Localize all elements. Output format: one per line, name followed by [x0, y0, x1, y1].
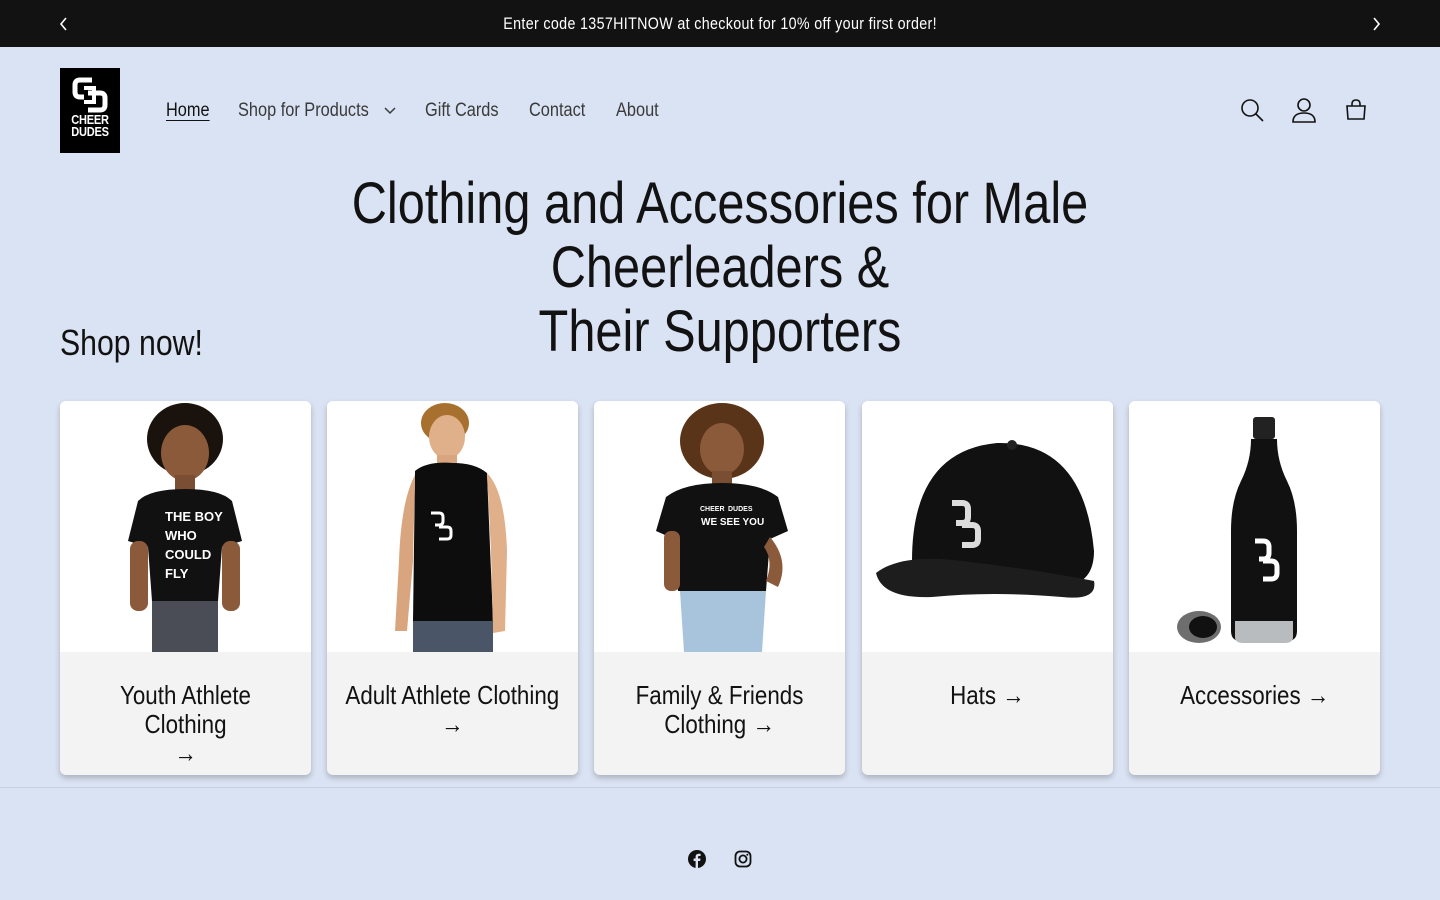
- shirt-text: WE SEE YOU: [701, 517, 764, 528]
- hat-image: [876, 440, 1095, 598]
- collection-title: Youth Athlete Clothing →: [60, 681, 311, 768]
- logo-mark-icon: [72, 77, 108, 113]
- arrow-right-icon: →: [441, 709, 464, 739]
- facebook-link[interactable]: [684, 846, 710, 872]
- nav-label: Home: [166, 100, 210, 121]
- section-heading: Shop now!: [60, 322, 230, 364]
- logo-text-dudes: DUDES: [71, 124, 109, 139]
- search-icon: [1241, 99, 1264, 122]
- hero-title-line2: Their Supporters: [538, 299, 902, 364]
- shirt-text: THE BOY: [165, 509, 223, 524]
- collection-title: Accessories →: [1129, 681, 1380, 710]
- nav-label: Gift Cards: [424, 100, 499, 121]
- chevron-down-icon: [384, 107, 396, 115]
- account-button[interactable]: [1282, 90, 1326, 130]
- nav-item-gift-cards[interactable]: Gift Cards: [425, 100, 511, 122]
- family-friends-image: CHEER DUDES WE SEE YOU: [656, 403, 788, 652]
- collection-image: CHEER DUDES WE SEE YOU: [594, 401, 845, 652]
- collection-image: [1129, 401, 1380, 652]
- header-actions: [1230, 90, 1386, 130]
- collection-image: [862, 401, 1113, 652]
- search-button[interactable]: [1230, 90, 1274, 130]
- collection-card-adult[interactable]: Adult Athlete Clothing →: [327, 401, 578, 775]
- shirt-text: COULD: [165, 547, 211, 562]
- social-links: [684, 846, 776, 872]
- collection-image: [327, 401, 578, 652]
- collection-title-line: Accessories →: [1179, 680, 1330, 710]
- collection-title-line: Family & Friends: [635, 680, 804, 710]
- announcement-prev-button[interactable]: [40, 0, 87, 47]
- instagram-icon: [734, 850, 752, 868]
- shop-now-text: Shop now!: [60, 322, 203, 363]
- collection-title: Adult Athlete Clothing →: [327, 681, 578, 739]
- collection-card-accessories[interactable]: Accessories →: [1129, 401, 1380, 775]
- youth-athlete-image: THE BOY WHO COULD FLY: [128, 403, 242, 652]
- announcement-bar: Enter code 1357HITNOW at checkout for 10…: [0, 0, 1440, 47]
- collection-card-family-friends[interactable]: CHEER DUDES WE SEE YOU Family & Friends …: [594, 401, 845, 775]
- collection-card-hats[interactable]: Hats →: [862, 401, 1113, 775]
- collection-title: Family & Friends Clothing →: [594, 681, 845, 739]
- instagram-link[interactable]: [730, 846, 756, 872]
- announcement-next-button[interactable]: [1352, 0, 1399, 47]
- site-logo[interactable]: CHEER DUDES: [60, 68, 120, 153]
- nav-item-home[interactable]: Home: [166, 100, 217, 122]
- collection-title-line: Hats →: [950, 680, 1025, 710]
- nav-item-shop-for-products[interactable]: Shop for Products: [238, 100, 396, 122]
- arrow-right-icon: →: [174, 738, 197, 768]
- main-nav: Home Shop for Products Gift Cards Contac…: [152, 86, 694, 136]
- shirt-text: FLY: [165, 566, 189, 581]
- hero-title-line1: Clothing and Accessories for Male Cheerl…: [351, 171, 1089, 300]
- shirt-text: WHO: [165, 528, 197, 543]
- collection-title: Hats →: [862, 681, 1113, 710]
- cart-button[interactable]: [1334, 90, 1378, 130]
- chevron-left-icon: [59, 16, 67, 31]
- collection-title-line: Youth Athlete Clothing: [120, 680, 251, 739]
- chevron-right-icon: [1372, 16, 1380, 31]
- adult-athlete-image: [395, 403, 507, 652]
- cart-icon: [1346, 99, 1366, 120]
- nav-item-contact[interactable]: Contact: [529, 100, 594, 122]
- shirt-text: CHEER: [700, 506, 725, 513]
- account-icon: [1292, 98, 1316, 123]
- footer-divider: [0, 787, 1440, 788]
- collection-card-youth[interactable]: THE BOY WHO COULD FLY Youth Athlete Clot…: [60, 401, 311, 775]
- collection-title-line: Adult Athlete Clothing: [345, 680, 560, 710]
- hero-title: Clothing and Accessories for Male Cheerl…: [120, 172, 1320, 364]
- collection-image: THE BOY WHO COULD FLY: [60, 401, 311, 652]
- nav-label: About: [615, 100, 659, 121]
- facebook-icon: [688, 850, 706, 868]
- nav-item-about[interactable]: About: [616, 100, 666, 122]
- shirt-text: DUDES: [728, 506, 753, 513]
- nav-label: Contact: [529, 100, 586, 121]
- water-bottle-image: [1177, 417, 1297, 643]
- nav-label: Shop for Products: [237, 100, 369, 121]
- announcement-text: Enter code 1357HITNOW at checkout for 10…: [503, 13, 937, 33]
- collection-list: THE BOY WHO COULD FLY Youth Athlete Clot…: [60, 401, 1380, 775]
- collection-title-line: Clothing →: [664, 709, 775, 739]
